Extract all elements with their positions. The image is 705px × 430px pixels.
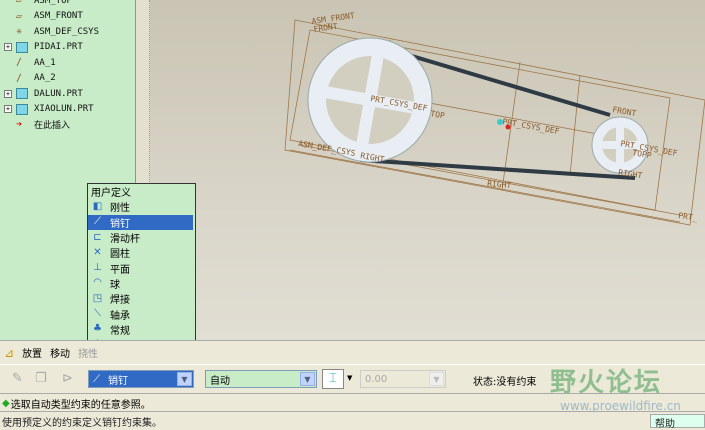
tree-item-label: DALUN.PRT [34, 88, 83, 99]
tree-item[interactable]: ✳ ASM_DEF_CSYS [4, 24, 99, 39]
ball-icon: ◠ [93, 277, 102, 289]
menu-item-label: 销钉 [110, 218, 130, 230]
chevron-down-icon[interactable]: ▼ [347, 374, 352, 382]
tree-item[interactable]: + PIDAI.PRT [4, 40, 83, 55]
flip-icon[interactable]: ⊳ [62, 371, 73, 386]
tab-move[interactable]: 移动 [50, 345, 70, 360]
placement-icon: ⊿ [4, 345, 15, 360]
tree-item-label: PIDAI.PRT [34, 42, 83, 52]
tree-item-label: ASM_FRONT [34, 11, 83, 21]
datum-label: TOP [430, 109, 446, 120]
tree-item-label: ASM_TOP [34, 0, 72, 6]
tree-item[interactable]: ▱ ASM_FRONT [4, 9, 83, 24]
menu-item[interactable]: ⊏ 滑动杆 [88, 230, 195, 246]
datum-label: FRONT [612, 105, 637, 118]
datum-label: PRT_CSYS_DEF [502, 117, 561, 136]
chevron-down-icon[interactable]: ▼ [429, 372, 444, 386]
menu-item-label: 平面 [110, 264, 130, 276]
tree-item[interactable]: ∕ AA_1 [4, 55, 56, 70]
tree-item-label: 在此插入 [34, 121, 71, 131]
watermark-logo: 野火论坛 [550, 368, 663, 398]
menu-item[interactable]: ◧ 刚性 [88, 199, 195, 215]
copy-icon[interactable]: ❐ [35, 371, 47, 386]
menu-item-label: 圆柱 [110, 249, 130, 261]
message-info: 使用预定义的约束定义销钉约束集。 帮助 [0, 414, 705, 430]
chevron-down-icon[interactable]: ▼ [177, 372, 192, 386]
tab-placement[interactable]: 放置 [22, 345, 42, 360]
planar-icon: ⊥ [93, 262, 102, 274]
constraint-type-select[interactable]: 自动 ▼ [205, 370, 317, 388]
chevron-down-icon[interactable]: ▼ [300, 372, 315, 386]
slider-icon: ⊏ [93, 231, 102, 243]
menu-item[interactable]: ✕ 圆柱 [88, 245, 195, 261]
tree-item-label: AA_2 [34, 73, 56, 83]
menu-item[interactable]: ⟍ 轴承 [88, 306, 195, 322]
menu-item-label: 球 [110, 279, 120, 291]
weld-icon: ◳ [92, 292, 103, 304]
expand-icon[interactable]: + [4, 43, 12, 51]
menu-item[interactable]: ⟋ 销钉 [88, 214, 193, 230]
expand-icon[interactable]: + [4, 89, 12, 98]
insert-here-arrow-icon: ➔ [16, 119, 23, 130]
part-icon [16, 103, 28, 115]
help-button[interactable]: 帮助 [650, 414, 705, 430]
tree-item[interactable]: ∕ AA_2 [4, 71, 56, 86]
datum-plane-icon: ▱ [16, 0, 23, 6]
cylinder-icon: ✕ [93, 246, 102, 258]
part-icon [16, 88, 28, 99]
datum-plane-icon: ▱ [16, 10, 23, 22]
axis-icon: ∕ [16, 57, 23, 68]
menu-item-label: 焊接 [110, 295, 130, 307]
pin-icon: ⟋ [93, 373, 100, 385]
menu-header: 用户定义 [91, 188, 131, 200]
tab-flexibility[interactable]: 挠性 [78, 345, 98, 360]
tree-item-label: XIAOLUN.PRT [34, 104, 94, 114]
datum-label: PRT_ [678, 211, 699, 223]
assembly-model: ASM_FRONTFRONTPRT_CSYS_DEFTOPPRT_CSYS_DE… [284, 11, 705, 226]
tree-item-label: AA_1 [34, 57, 56, 68]
dashboard-tabs: ⊿ 放置 移动 挠性 [0, 340, 705, 364]
tree-item[interactable]: ▱ ASM_TOP [4, 0, 72, 8]
tree-item-label: ASM_DEF_CSYS [34, 26, 100, 37]
connection-type-select[interactable]: ⟋ 销钉 ▼ [88, 370, 194, 388]
bearing-icon: ⟍ [94, 308, 101, 320]
menu-item-label: 轴承 [110, 310, 130, 322]
menu-item-label: 常规 [110, 325, 130, 337]
edit-icon[interactable]: ✎ [12, 371, 23, 386]
expand-icon[interactable]: + [4, 105, 12, 113]
watermark-url: www.proewildfire.cn [560, 399, 681, 413]
graphics-window[interactable]: ASM_FRONT FRONT PRT_CSYS_DEF TOP PRT_CSYS_DE… [150, 0, 705, 340]
menu-item[interactable]: ♣ 常规 [88, 322, 195, 337]
pin-icon: ⟋ [94, 216, 101, 228]
menu-item[interactable]: ◳ 焊接 [88, 291, 195, 307]
part-icon [16, 41, 28, 53]
general-icon: ♣ [93, 323, 102, 335]
offset-type-button[interactable]: ⌶ [322, 369, 344, 389]
tree-item[interactable]: + DALUN.PRT [4, 86, 83, 101]
menu-item[interactable]: ⊥ 平面 [88, 260, 195, 276]
csys-icon: ✳ [16, 26, 23, 37]
rigid-icon: ◧ [92, 200, 103, 212]
prompt-diamond-icon: ◆ [2, 398, 10, 409]
menu-item[interactable]: ◠ 球 [88, 276, 195, 291]
status-text: 状态:没有约束 [473, 377, 537, 388]
menu-item-label: 滑动杆 [110, 234, 140, 246]
offset-input[interactable]: 0.00 ▼ [360, 370, 446, 388]
axis-icon: ∕ [16, 72, 23, 84]
tree-item[interactable]: + XIAOLUN.PRT [4, 102, 94, 117]
tree-item[interactable]: ➔ 在此插入 [4, 117, 70, 132]
menu-item-label: 刚性 [110, 203, 130, 215]
